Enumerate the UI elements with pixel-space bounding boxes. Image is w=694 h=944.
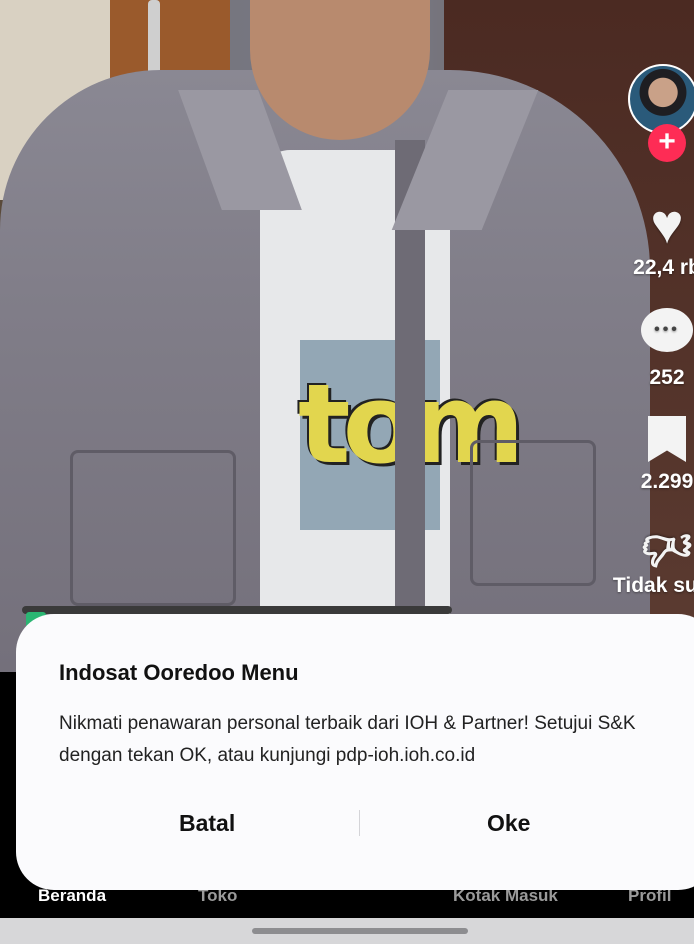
comment-button[interactable]: ••• 252	[612, 308, 694, 390]
bookmark-button[interactable]: 2.299	[612, 416, 694, 494]
dialog-title: Indosat Ooredoo Menu	[59, 660, 299, 685]
creator-avatar-wrap[interactable]: +	[628, 64, 694, 162]
dislike-label: Tidak suka	[612, 574, 694, 597]
button-divider	[359, 810, 360, 836]
video-player[interactable]: tom	[0, 0, 694, 672]
avatar[interactable]	[628, 64, 694, 134]
like-count: 22,4 rb	[633, 256, 694, 279]
operator-dialog: Indosat Ooredoo Menu Nikmati penawaran p…	[16, 614, 694, 890]
comment-count: 252	[649, 366, 685, 389]
dialog-message: Nikmati penawaran personal terbaik dari …	[59, 713, 636, 766]
comment-icon: •••	[641, 308, 693, 352]
home-indicator[interactable]	[252, 928, 468, 934]
save-count: 2.299	[640, 470, 694, 493]
cancel-button[interactable]: Batal	[179, 810, 235, 837]
door-handle	[148, 0, 160, 80]
pocket-right	[470, 440, 596, 586]
heart-icon: ♥	[650, 192, 684, 255]
caption-strip	[22, 606, 452, 614]
bookmark-icon	[648, 416, 686, 462]
dislike-button[interactable]: 👍︎ Tidak suka	[612, 520, 694, 598]
system-navigation-bar	[0, 918, 694, 944]
like-button[interactable]: ♥ 22,4 rb	[612, 196, 694, 280]
pocket-left	[70, 450, 236, 606]
follow-button[interactable]: +	[648, 124, 686, 162]
ok-button[interactable]: Oke	[487, 810, 530, 837]
dislike-icon: 👍︎	[641, 520, 693, 573]
